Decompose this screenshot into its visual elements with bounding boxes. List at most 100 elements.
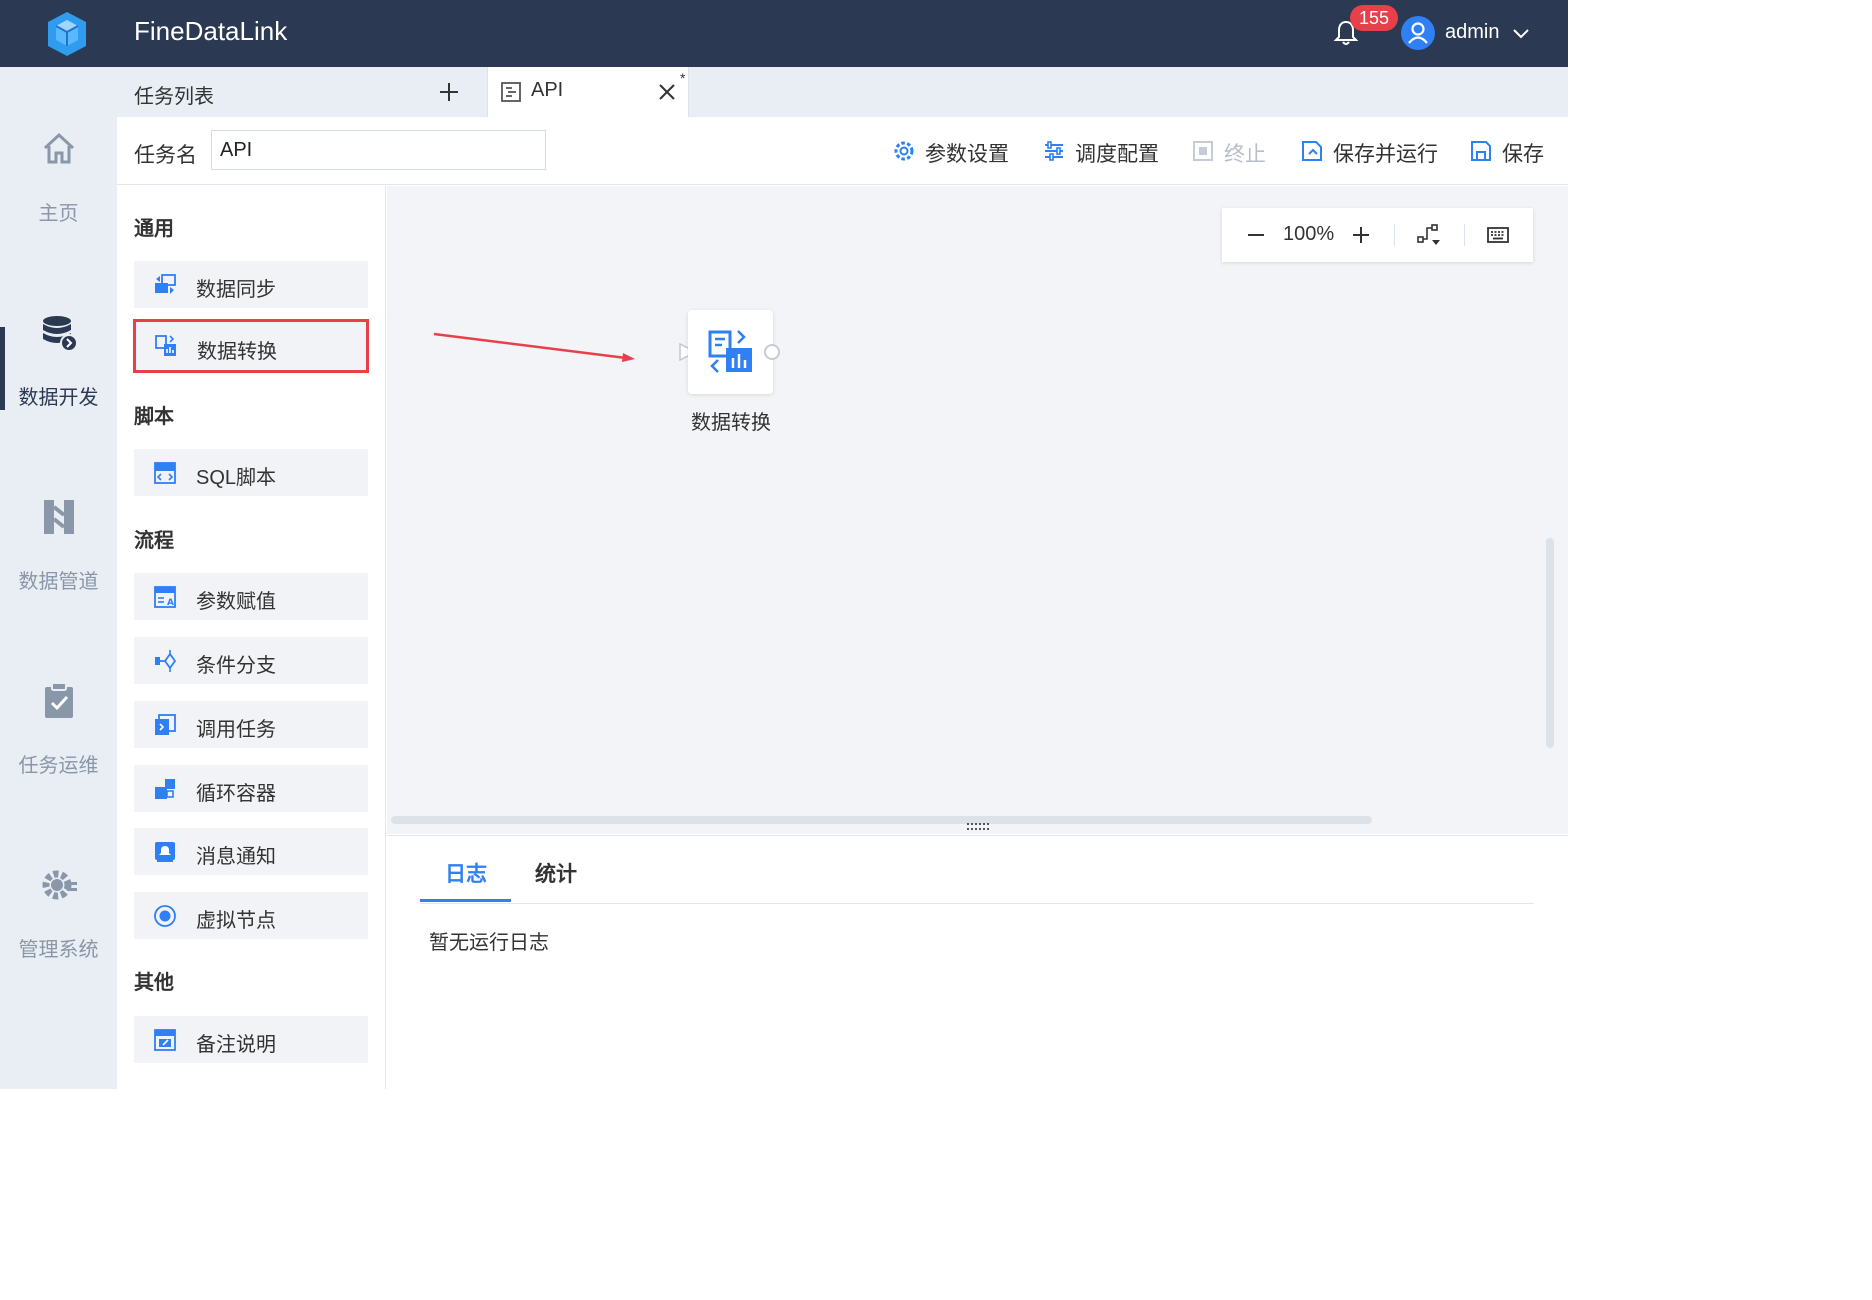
annotation-arrow — [433, 332, 635, 362]
palette-item-virtual-node[interactable]: 虚拟节点 — [134, 892, 368, 939]
nav-item-home[interactable]: 主页 — [0, 129, 117, 259]
sliders-icon — [1045, 141, 1063, 161]
close-icon[interactable] — [656, 81, 678, 103]
nav-label: 主页 — [38, 203, 79, 225]
palette-item-label: 条件分支 — [196, 655, 276, 677]
log-panel: 日志 统计 暂无运行日志 — [387, 835, 1568, 1089]
nav-item-admin[interactable]: 管理系统 — [0, 865, 117, 995]
schedule-config-label: 调度配置 — [1075, 143, 1159, 166]
node-palette: 通用 数据同步 数据转换 脚本 SQL脚本 流程 A 参数赋值 条件分支 调用任… — [117, 186, 386, 1089]
task-name-label: 任务名 — [134, 144, 197, 167]
save-run-icon — [1302, 141, 1322, 161]
horizontal-scrollbar[interactable] — [391, 816, 1372, 824]
loop-container-icon — [155, 779, 175, 799]
palette-item-label: SQL脚本 — [196, 467, 277, 489]
palette-item-remark[interactable]: 备注说明 — [134, 1016, 368, 1063]
stop-label: 终止 — [1224, 143, 1266, 166]
divider — [1394, 224, 1395, 246]
data-sync-icon — [155, 274, 176, 294]
tab-log[interactable]: 日志 — [445, 858, 487, 888]
canvas-node-data-transform[interactable] — [688, 310, 773, 394]
nav-label: 数据管道 — [18, 571, 99, 593]
palette-item-label: 循环容器 — [196, 783, 276, 805]
palette-item-condition-branch[interactable]: 条件分支 — [134, 637, 368, 684]
notification-icon — [155, 842, 175, 862]
pipeline-icon — [44, 500, 74, 534]
divider — [1464, 224, 1465, 246]
remark-icon — [154, 1029, 176, 1051]
param-assign-icon: A — [154, 586, 176, 608]
notification-badge: 155 — [1350, 5, 1398, 31]
save-label: 保存 — [1502, 143, 1544, 166]
canvas-node-label: 数据转换 — [691, 412, 771, 434]
app-title: FineDataLink — [134, 16, 288, 46]
group-title-script: 脚本 — [134, 406, 174, 428]
nav-item-ops[interactable]: 任务运维 — [0, 681, 117, 811]
zoom-in-icon[interactable] — [1349, 223, 1373, 247]
palette-item-param-assign[interactable]: A 参数赋值 — [134, 573, 368, 620]
workflow-canvas[interactable]: 100% 数据转换 — [387, 186, 1568, 834]
nav-label: 数据开发 — [18, 387, 99, 409]
left-nav: 主页 数据开发 数据管道 任务运维 管理系统 — [0, 67, 117, 1089]
vertical-scrollbar[interactable] — [1546, 538, 1554, 748]
virtual-node-icon — [154, 905, 176, 927]
divider — [420, 903, 1534, 904]
plus-icon[interactable] — [437, 80, 461, 104]
zoom-panel: 100% — [1222, 208, 1533, 262]
save-and-run-label: 保存并运行 — [1333, 143, 1438, 166]
group-title-general: 通用 — [134, 218, 174, 240]
group-title-flow: 流程 — [134, 530, 174, 552]
tab-api[interactable]: API * — [487, 67, 689, 117]
database-icon — [43, 316, 78, 352]
palette-item-label: 参数赋值 — [196, 591, 276, 613]
tab-bar: 任务列表 API * — [117, 67, 1568, 117]
task-name-input[interactable] — [211, 130, 546, 170]
user-icon — [1408, 22, 1428, 44]
palette-item-sql-script[interactable]: SQL脚本 — [134, 449, 368, 496]
logo-icon — [48, 12, 86, 56]
avatar[interactable] — [1401, 16, 1435, 50]
nav-item-pipeline[interactable]: 数据管道 — [0, 497, 117, 627]
save-icon — [1471, 141, 1491, 161]
palette-item-loop-container[interactable]: 循环容器 — [134, 765, 368, 812]
palette-item-call-task[interactable]: 调用任务 — [134, 701, 368, 748]
palette-item-notification[interactable]: 消息通知 — [134, 828, 368, 875]
home-icon — [43, 132, 75, 164]
palette-item-label: 调用任务 — [196, 719, 276, 741]
auto-layout-icon[interactable] — [1410, 223, 1446, 247]
unsaved-marker: * — [680, 70, 686, 86]
resize-handle-icon[interactable] — [967, 823, 989, 831]
log-empty-text: 暂无运行日志 — [429, 932, 549, 954]
sql-script-icon — [154, 462, 176, 484]
data-transform-icon — [708, 330, 752, 373]
palette-item-label: 消息通知 — [196, 846, 276, 868]
username[interactable]: admin — [1445, 21, 1499, 44]
palette-item-data-transform[interactable]: 数据转换 — [133, 319, 369, 373]
data-transform-icon — [155, 335, 176, 356]
palette-item-label: 数据同步 — [196, 279, 276, 301]
gear-icon — [42, 870, 77, 900]
palette-item-label: 虚拟节点 — [196, 910, 276, 932]
gear-icon — [894, 141, 914, 161]
palette-item-label: 数据转换 — [197, 341, 277, 363]
svg-text:A: A — [167, 598, 174, 608]
clipboard-check-icon — [45, 682, 73, 718]
stop-icon — [1193, 141, 1213, 161]
node-output-port[interactable] — [764, 344, 780, 360]
tab-task-list-label: 任务列表 — [134, 86, 214, 108]
tab-api-label: API — [531, 79, 564, 101]
nav-item-data-dev[interactable]: 数据开发 — [0, 313, 117, 443]
tab-task-list[interactable]: 任务列表 — [117, 67, 487, 117]
zoom-out-icon[interactable] — [1244, 223, 1268, 247]
branch-icon — [155, 650, 177, 672]
tab-stats[interactable]: 统计 — [535, 858, 577, 888]
chevron-down-icon[interactable] — [1510, 22, 1532, 44]
palette-item-data-sync[interactable]: 数据同步 — [134, 261, 368, 308]
nav-label: 管理系统 — [18, 939, 99, 961]
keyboard-icon[interactable] — [1486, 223, 1510, 247]
task-file-icon — [501, 82, 521, 102]
task-toolbar: 任务名 参数设置 调度配置 终止 保存并运行 — [117, 117, 1568, 185]
active-tab-underline — [420, 899, 511, 902]
zoom-level: 100% — [1283, 223, 1335, 245]
params-settings-label: 参数设置 — [925, 143, 1009, 166]
